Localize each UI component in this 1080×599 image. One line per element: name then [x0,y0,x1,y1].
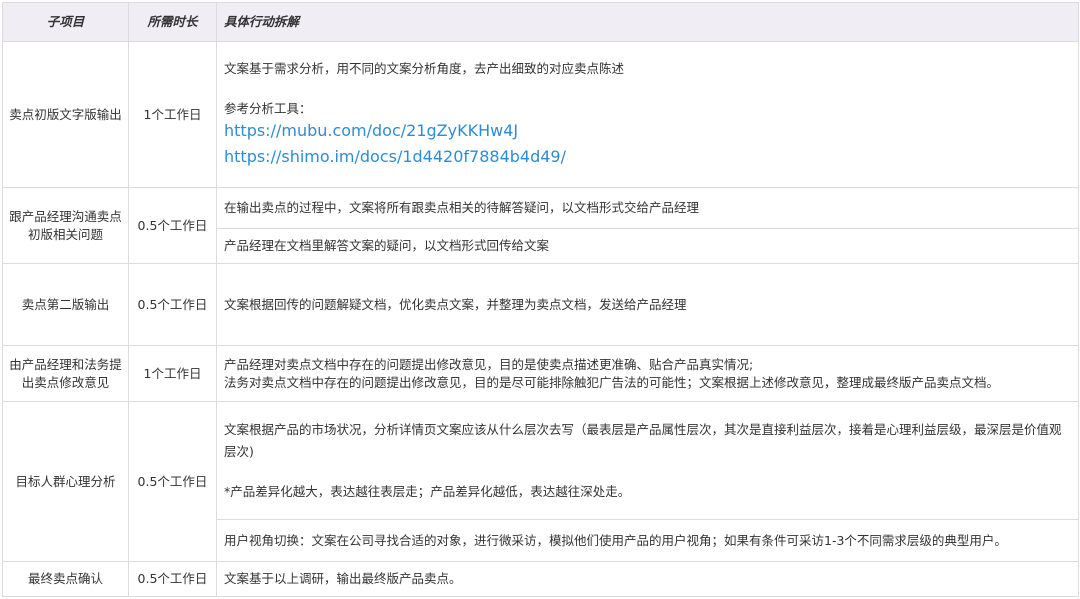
subitem-cell: 最终卖点确认 [2,561,129,597]
duration-cell: 0.5个工作日 [128,401,217,562]
header-subitem: 子项目 [2,2,129,42]
mubu-link[interactable]: https://mubu.com/doc/21gZyKKHw4J [224,118,1071,144]
duration-cell: 0.5个工作日 [128,263,217,346]
header-actions: 具体行动拆解 [216,2,1079,42]
duration-cell: 1个工作日 [128,41,217,188]
action-text: 产品经理对卖点文档中存在的问题提出修改意见，目的是使卖点描述更准确、贴合产品真实… [224,356,754,372]
subitem-cell: 目标人群心理分析 [2,401,129,562]
duration-cell: 1个工作日 [128,345,217,402]
table-row: 由产品经理和法务提出卖点修改意见 1个工作日 产品经理对卖点文档中存在的问题提出… [2,345,1079,402]
action-cell: 产品经理在文档里解答文案的疑问，以文档形式回传给文案 [216,228,1079,264]
tools-label: 参考分析工具： [224,100,312,116]
action-cell: 文案根据产品的市场状况，分析详情页文案应该从什么层次去写（最表层是产品属性层次，… [216,401,1079,520]
table-row: 最终卖点确认 0.5个工作日 文案基于以上调研，输出最终版产品卖点。 [2,561,1079,597]
shimo-link[interactable]: https://shimo.im/docs/1d4420f7884b4d49/ [224,144,1071,170]
table-row: 跟产品经理沟通卖点初版相关问题 0.5个工作日 在输出卖点的过程中，文案将所有跟… [2,187,1079,264]
subitem-cell: 由产品经理和法务提出卖点修改意见 [2,345,129,402]
task-breakdown-table: 子项目 所需时长 具体行动拆解 卖点初版文字版输出 1个工作日 文案基于需求分析… [2,2,1079,597]
action-cell: 文案根据回传的问题解疑文档，优化卖点文案，并整理为卖点文档，发送给产品经理 [216,263,1079,346]
table-header-row: 子项目 所需时长 具体行动拆解 [2,2,1079,42]
header-duration: 所需时长 [128,2,217,42]
subitem-cell: 卖点初版文字版输出 [2,41,129,188]
action-cell: 产品经理对卖点文档中存在的问题提出修改意见，目的是使卖点描述更准确、贴合产品真实… [216,345,1079,402]
action-cell: 在输出卖点的过程中，文案将所有跟卖点相关的待解答疑问，以文档形式交给产品经理 [216,187,1079,229]
table-row: 卖点第二版输出 0.5个工作日 文案根据回传的问题解疑文档，优化卖点文案，并整理… [2,263,1079,346]
duration-cell: 0.5个工作日 [128,187,217,264]
action-cell: 用户视角切换：文案在公司寻找合适的对象，进行微采访，模拟他们使用产品的用户视角；… [216,519,1079,562]
table-row: 卖点初版文字版输出 1个工作日 文案基于需求分析，用不同的文案分析角度，去产出细… [2,41,1079,188]
duration-cell: 0.5个工作日 [128,561,217,597]
action-note: *产品差异化越大，表达越往表层走；产品差异化越低，表达越往深处走。 [224,483,631,499]
action-cell: 文案基于需求分析，用不同的文案分析角度，去产出细致的对应卖点陈述 参考分析工具：… [216,41,1079,188]
action-text: 文案根据产品的市场状况，分析详情页文案应该从什么层次去写（最表层是产品属性层次，… [224,421,1062,459]
table-row: 目标人群心理分析 0.5个工作日 文案根据产品的市场状况，分析详情页文案应该从什… [2,401,1079,562]
subitem-cell: 卖点第二版输出 [2,263,129,346]
action-cell: 文案基于以上调研，输出最终版产品卖点。 [216,561,1079,597]
subitem-cell: 跟产品经理沟通卖点初版相关问题 [2,187,129,264]
action-text: 法务对卖点文档中存在的问题提出修改意见，目的是尽可能排除触犯广告法的可能性；文案… [224,374,1000,390]
action-text: 文案基于需求分析，用不同的文案分析角度，去产出细致的对应卖点陈述 [224,60,625,76]
